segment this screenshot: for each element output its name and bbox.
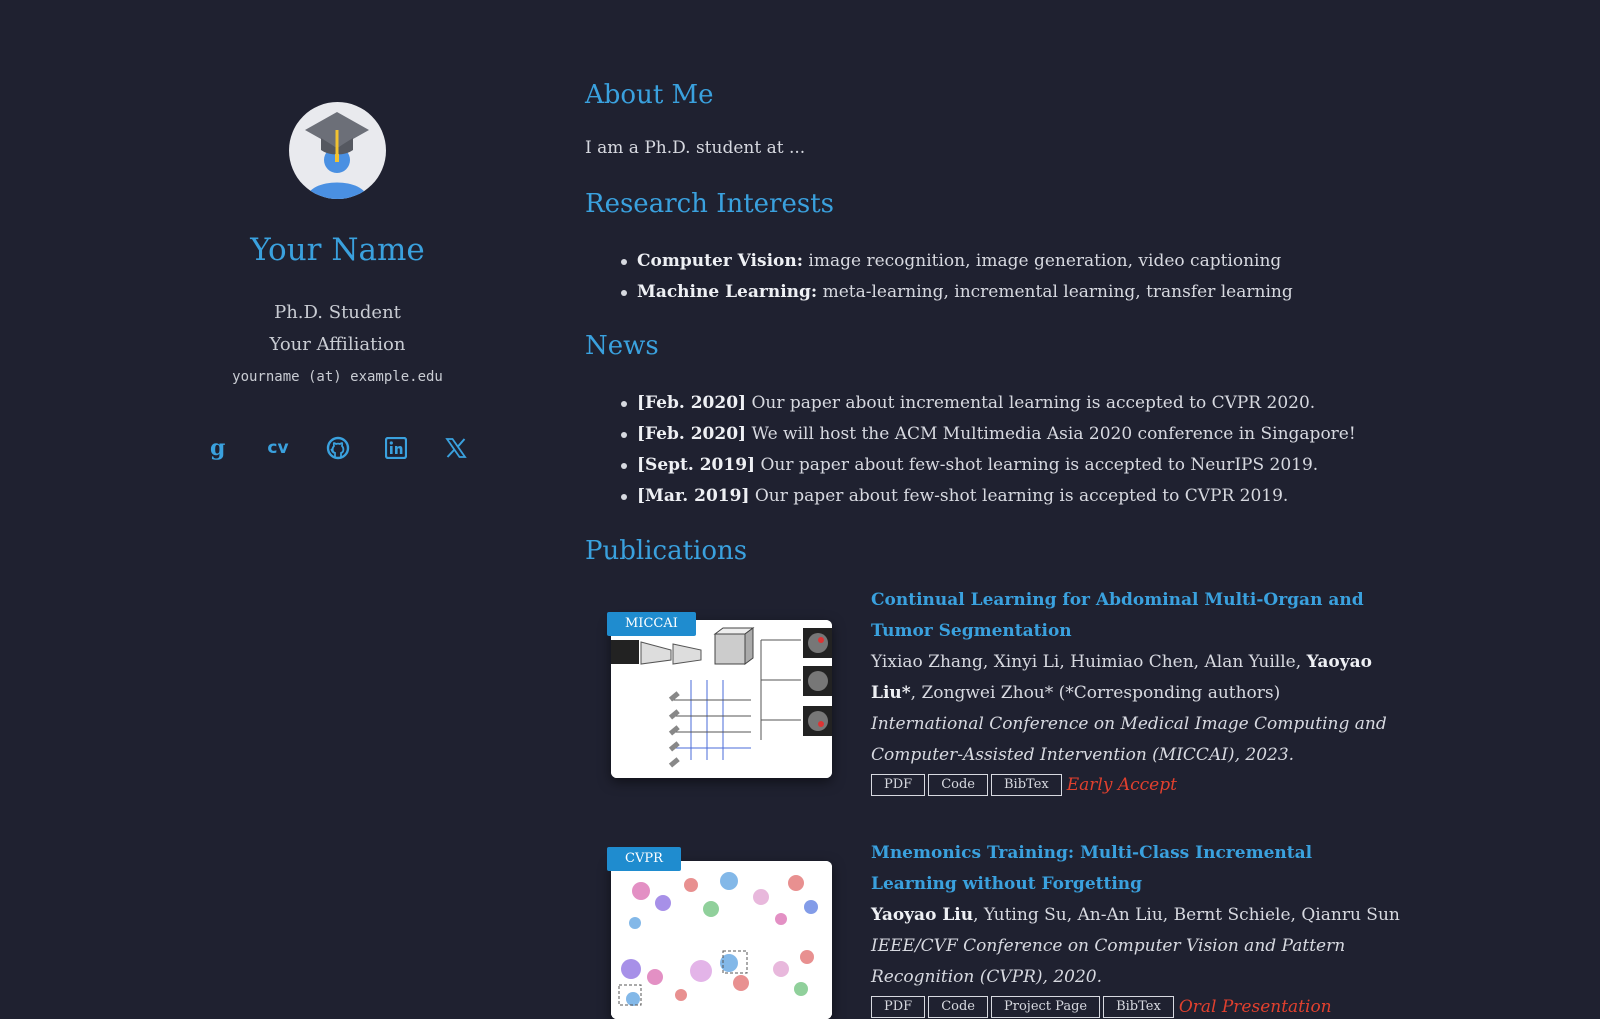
social-links: g cv	[0, 433, 675, 463]
code-button[interactable]: Code	[928, 774, 988, 796]
tsne-visualization-image	[611, 861, 832, 1019]
svg-text:g: g	[210, 435, 225, 461]
pdf-button[interactable]: PDF	[871, 774, 926, 796]
list-item: [Sept. 2019] Our paper about few-shot le…	[585, 450, 1356, 481]
publication-buttons: PDF Code BibTex Early Accept	[871, 774, 1401, 796]
bibtex-button[interactable]: BibTex	[991, 774, 1062, 796]
news-text: Our paper about few-shot learning is acc…	[749, 486, 1289, 506]
venue-badge: CVPR	[607, 847, 681, 871]
list-item: Machine Learning: meta-learning, increme…	[585, 277, 1293, 308]
authors-text: , Yuting Su, An-An Liu, Bernt Schiele, Q…	[973, 905, 1400, 925]
news-text: Our paper about few-shot learning is acc…	[755, 455, 1319, 475]
publication-buttons: PDF Code Project Page BibTex Oral Presentati…	[871, 996, 1401, 1018]
architecture-diagram-image	[611, 620, 832, 778]
publication-details: Continual Learning for Abdominal Multi-O…	[871, 585, 1401, 796]
linkedin-icon[interactable]	[381, 433, 411, 463]
github-icon[interactable]	[323, 433, 353, 463]
news-list: [Feb. 2020] Our paper about incremental …	[585, 388, 1356, 512]
project-page-button[interactable]: Project Page	[991, 996, 1101, 1018]
publication-authors: Yixiao Zhang, Xinyi Li, Huimiao Chen, Al…	[871, 647, 1401, 709]
publication-note: Early Accept	[1066, 775, 1177, 795]
about-text: I am a Ph.D. student at ...	[585, 138, 806, 158]
venue-badge: MICCAI	[607, 612, 696, 636]
research-list: Computer Vision: image recognition, imag…	[585, 246, 1293, 308]
profile-affiliation: Your Affiliation	[269, 334, 406, 355]
profile-email: yourname (at) example.edu	[232, 369, 443, 385]
publication-authors: Yaoyao Liu, Yuting Su, An-An Liu, Bernt …	[871, 900, 1401, 931]
news-date: [Sept. 2019]	[637, 455, 756, 475]
x-icon[interactable]	[441, 433, 471, 463]
research-area-title: Machine Learning:	[637, 282, 818, 302]
profile-name: Your Name	[250, 232, 425, 268]
publications-heading: Publications	[585, 536, 748, 566]
news-date: [Feb. 2020]	[637, 393, 747, 413]
research-area-text: meta-learning, incremental learning, tra…	[817, 282, 1293, 302]
list-item: [Mar. 2019] Our paper about few-shot lea…	[585, 481, 1356, 512]
news-text: Our paper about incremental learning is …	[746, 393, 1316, 413]
code-button[interactable]: Code	[928, 996, 988, 1018]
publication-title-link[interactable]: Mnemonics Training: Multi-Class Incremen…	[871, 838, 1401, 900]
profile-role: Ph.D. Student	[274, 302, 401, 323]
publication-title-link[interactable]: Continual Learning for Abdominal Multi-O…	[871, 585, 1401, 647]
research-area-text: image recognition, image generation, vid…	[803, 251, 1282, 271]
news-heading: News	[585, 331, 659, 361]
cv-icon[interactable]: cv	[263, 433, 293, 463]
authors-text: Yixiao Zhang, Xinyi Li, Huimiao Chen, Al…	[871, 652, 1307, 672]
publication-details: Mnemonics Training: Multi-Class Incremen…	[871, 838, 1401, 1018]
research-heading: Research Interests	[585, 189, 834, 219]
highlighted-author: Yaoyao Liu	[871, 905, 974, 925]
news-text: We will host the ACM Multimedia Asia 202…	[746, 424, 1356, 444]
google-scholar-icon[interactable]: g	[203, 433, 233, 463]
publication-venue: IEEE/CVF Conference on Computer Vision a…	[871, 936, 1346, 987]
publication-thumbnail[interactable]	[611, 861, 832, 1019]
about-heading: About Me	[585, 80, 714, 110]
news-date: [Mar. 2019]	[637, 486, 750, 506]
graduate-avatar-icon	[305, 112, 369, 199]
publication-thumbnail[interactable]	[611, 620, 832, 778]
list-item: Computer Vision: image recognition, imag…	[585, 246, 1293, 277]
profile-sidebar: Your Name Ph.D. Student Your Affiliation…	[0, 0, 675, 1018]
news-date: [Feb. 2020]	[637, 424, 747, 444]
avatar	[289, 102, 386, 199]
publication-note: Oral Presentation	[1178, 997, 1332, 1017]
publication-venue: International Conference on Medical Imag…	[871, 714, 1387, 765]
list-item: [Feb. 2020] Our paper about incremental …	[585, 388, 1356, 419]
authors-text: , Zongwei Zhou* (*Corresponding authors)	[910, 683, 1281, 703]
list-item: [Feb. 2020] We will host the ACM Multime…	[585, 419, 1356, 450]
research-area-title: Computer Vision:	[637, 251, 803, 271]
bibtex-button[interactable]: BibTex	[1103, 996, 1174, 1018]
pdf-button[interactable]: PDF	[871, 996, 926, 1018]
